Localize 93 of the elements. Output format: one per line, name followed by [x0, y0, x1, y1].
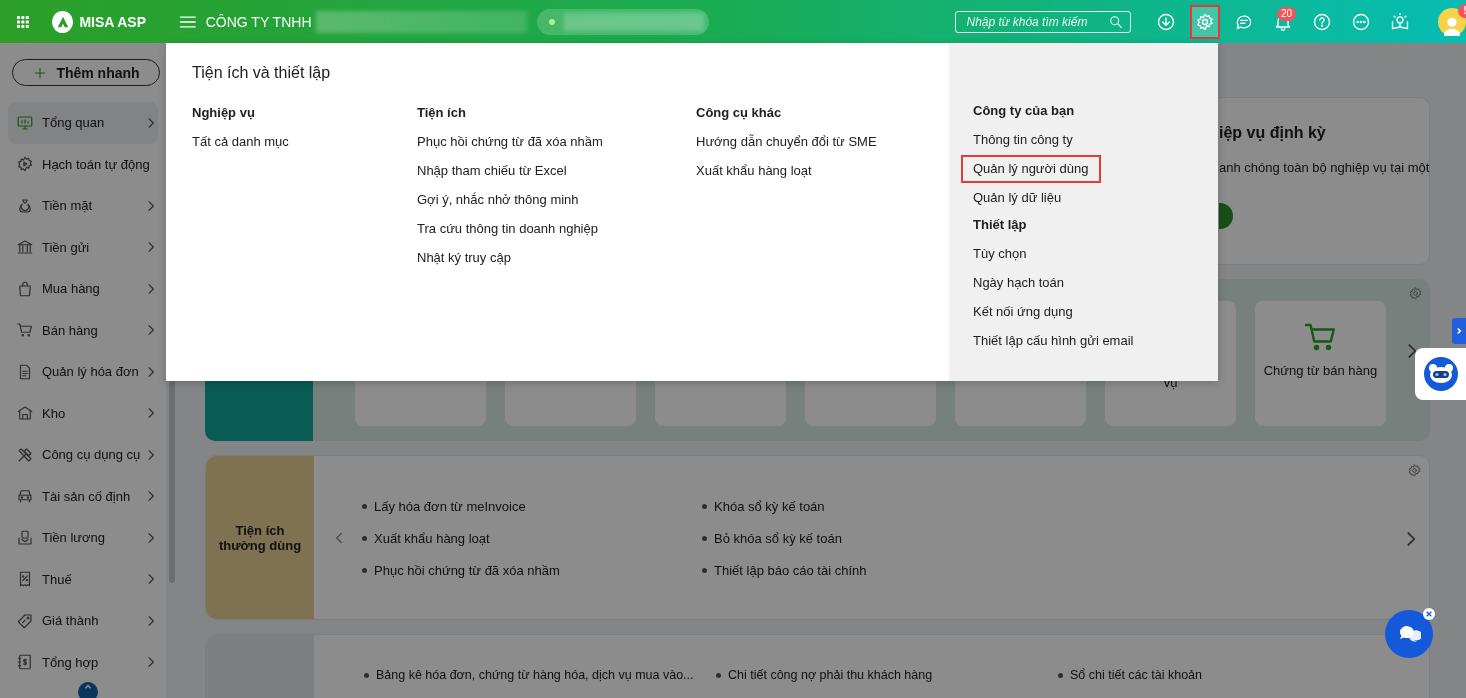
shortcut-link[interactable]: Xuất khẩu hàng loạt: [374, 530, 490, 546]
alert-badge: !: [1458, 3, 1466, 18]
menu-heading: Tiện ích: [417, 104, 467, 122]
menu-item[interactable]: Xuất khẩu hàng loạt: [684, 157, 824, 185]
lightbulb-book-icon: [1390, 11, 1410, 32]
search-icon: [1108, 13, 1124, 30]
company-name: CÔNG TY TNHH: [205, 13, 312, 30]
search-field[interactable]: Nhập từ khóa tìm kiếm: [955, 10, 1131, 33]
more-icon: [1351, 11, 1371, 32]
help-icon: [1312, 11, 1332, 32]
sidebar-item[interactable]: Kho: [8, 392, 158, 434]
avatar[interactable]: !: [1438, 7, 1466, 36]
menu-item[interactable]: Thiết lập cấu hình gửi email: [961, 327, 1146, 355]
shortcut-link[interactable]: Phục hồi chứng từ đã xóa nhầm: [374, 562, 560, 578]
sidebar-item[interactable]: Tiền gửi: [8, 226, 158, 268]
card-title: iệp vụ định kỳ: [1219, 124, 1327, 142]
download-icon: [1156, 11, 1176, 32]
shortcut-link[interactable]: Thiết lập báo cáo tài chính: [714, 562, 867, 578]
settings-icon: [1408, 286, 1424, 301]
card-title: Tiện ích thường dùng: [206, 456, 314, 619]
sidebar-item[interactable]: Tổng quan: [8, 102, 158, 144]
menu-item[interactable]: Thông tin công ty: [961, 126, 1085, 154]
start-button[interactable]: [1219, 203, 1233, 229]
bullet-icon: [362, 567, 367, 573]
bullet-icon: [1058, 672, 1063, 678]
car-icon: [16, 487, 34, 506]
robot-icon: [1422, 356, 1459, 392]
sidebar-item[interactable]: Quản lý hóa đơn: [8, 351, 158, 393]
sidebar-item[interactable]: Thuế: [8, 558, 158, 600]
menu-item[interactable]: Tùy chọn: [961, 240, 1039, 268]
gear-play-icon: [16, 155, 34, 174]
sidebar-item[interactable]: Công cụ dụng cụ: [8, 434, 158, 476]
bullet-icon: [702, 503, 707, 509]
sidebar-item[interactable]: Tiền lương: [8, 517, 158, 559]
bullet-icon: [362, 503, 367, 509]
menu-item[interactable]: Ngày hạch toán: [961, 269, 1077, 297]
sidebar-item[interactable]: Hạch toán tự động: [8, 143, 158, 185]
shortcut-link[interactable]: Sổ chi tiết các tài khoản: [1070, 668, 1203, 682]
bank-icon: [16, 238, 34, 257]
shopping-bag-icon: [16, 279, 34, 298]
sidebar-item[interactable]: Giá thành: [8, 600, 158, 642]
scroll-up-button[interactable]: [78, 682, 98, 698]
shortcut-link[interactable]: Chi tiết công nợ phải thu khách hàng: [728, 668, 933, 682]
bullet-icon: [362, 535, 367, 541]
menu-heading: Công ty của bạn: [973, 102, 1076, 120]
menu-heading: Công cụ khác: [696, 104, 783, 122]
monitor-icon: [16, 113, 34, 132]
shortcut-link[interactable]: Bỏ khóa sổ kỳ kế toán: [714, 530, 842, 546]
shortcut-tile[interactable]: Chứng từ bán hàng: [1255, 301, 1386, 426]
menu-item[interactable]: Tra cứu thông tin doanh nghiệp: [405, 215, 610, 243]
menu-title: Tiện ích và thiết lập: [192, 63, 332, 83]
expand-tab[interactable]: [1452, 318, 1466, 344]
menu-item[interactable]: Nhật ký truy cập: [405, 244, 523, 272]
menu-item[interactable]: Phục hồi chứng từ đã xóa nhầm: [405, 128, 615, 156]
tools-icon: [16, 445, 34, 464]
shortcut-link[interactable]: Bảng kê hóa đơn, chứng từ hàng hóa, dịch vụ mua vào...: [376, 668, 694, 682]
cart-icon: [16, 321, 34, 340]
card-description: anh chóng toàn bộ nghiệp vụ tại một: [1219, 160, 1430, 175]
settings-icon: [1407, 463, 1423, 478]
shortcut-link[interactable]: Khóa sổ kỳ kế toán: [714, 498, 825, 514]
shortcut-link[interactable]: Lấy hóa đơn từ meInvoice: [374, 498, 526, 514]
menu-heading: Thiết lập: [973, 216, 1028, 234]
menu-item[interactable]: Kết nối ứng dụng: [961, 298, 1085, 326]
chevron-right-icon[interactable]: [1408, 344, 1417, 358]
quick-add-button[interactable]: Thêm nhanh: [12, 59, 160, 86]
notification-count: 20: [1276, 6, 1296, 21]
settings-button[interactable]: [1190, 4, 1220, 39]
menu-heading: Nghiệp vụ: [192, 104, 256, 122]
bullet-icon: [702, 567, 707, 573]
money-bag-icon: [16, 196, 34, 215]
logo-icon: [51, 10, 74, 33]
app-name: MISA ASP: [79, 13, 146, 30]
menu-item[interactable]: Hướng dẫn chuyển đổi từ SME: [684, 128, 889, 156]
sidebar-item[interactable]: Bán hàng: [8, 309, 158, 351]
ledger-icon: [16, 653, 34, 672]
assistant-button[interactable]: [1415, 348, 1466, 400]
sidebar-item[interactable]: Mua hàng: [8, 268, 158, 310]
menu-item[interactable]: Quản lý dữ liệu: [961, 184, 1074, 212]
sidebar-item[interactable]: Tổng hợp: [8, 641, 158, 683]
salary-icon: [16, 528, 34, 547]
bullet-icon: [716, 672, 721, 678]
menu-item[interactable]: Tất cả danh mục: [180, 128, 301, 156]
bullet-icon: [364, 672, 369, 678]
sidebar-item[interactable]: Tài sản cố định: [8, 475, 158, 517]
menu-item[interactable]: Nhập tham chiếu từ Excel: [405, 157, 579, 185]
menu-item[interactable]: Quản lý người dùng: [961, 155, 1101, 183]
settings-icon: [1195, 11, 1215, 32]
warehouse-icon: [16, 404, 34, 423]
menu-item[interactable]: Gợi ý, nhắc nhở thông minh: [405, 186, 591, 214]
sidebar-item[interactable]: Tiền mặt: [8, 185, 158, 227]
bullet-icon: [702, 535, 707, 541]
price-tag-icon: [16, 611, 34, 630]
bell-button[interactable]: 20: [1268, 4, 1298, 39]
